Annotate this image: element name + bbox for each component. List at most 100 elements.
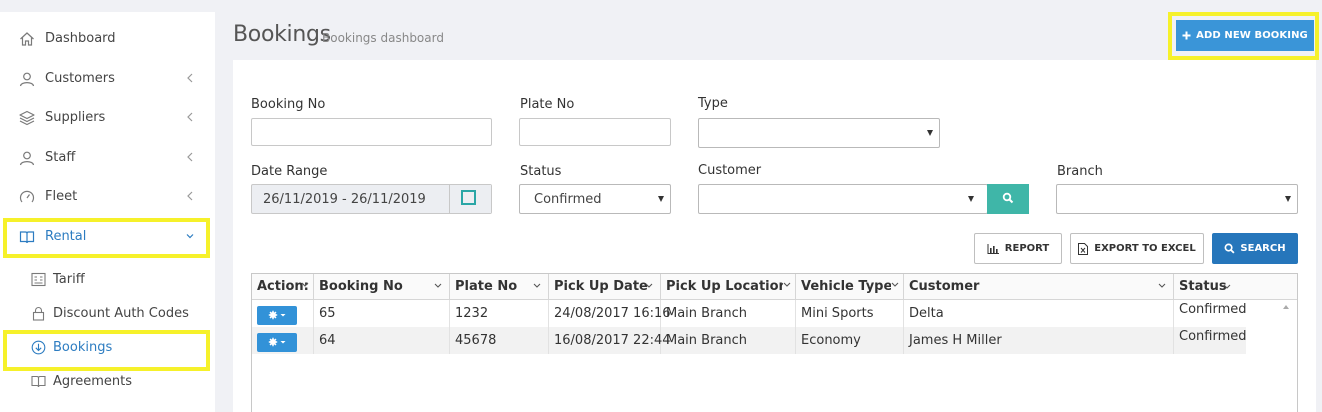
column-header-action[interactable]: Action: [252,274,314,300]
user-icon [19,72,35,87]
cell-text: 45678 [455,333,497,348]
sidebar-item-label: Staff [45,150,76,165]
book-icon [19,231,35,244]
column-header-status[interactable]: Status [1174,274,1297,300]
caret-down-icon [927,130,933,136]
export-to-excel-button[interactable]: EXPORT TO EXCEL [1070,233,1204,264]
chevron-down-icon [1158,283,1166,288]
search-icon [1002,192,1014,203]
action-cell [252,300,314,327]
date-range-label: Date Range [251,164,328,179]
vehicle-type-cell: Mini Sports [796,300,904,327]
type-select[interactable] [698,118,940,148]
row-action-button[interactable] [257,306,297,325]
gear-icon [268,310,286,320]
status-value: Confirmed [534,192,602,207]
chevron-down-icon [434,283,442,288]
booking-no-input[interactable] [251,118,492,146]
column-header-pick-up-date[interactable]: Pick Up Date [549,274,661,300]
caret-down-icon [658,196,664,202]
excel-file-icon [1078,242,1089,255]
row-action-button[interactable] [257,333,297,352]
date-range-input[interactable]: 26/11/2019 - 26/11/2019 [251,184,492,214]
column-header-label: Pick Up Date [554,279,648,294]
add-new-booking-button[interactable]: ADD NEW BOOKING [1176,20,1314,51]
status-label: Status [520,164,562,179]
customer-search-button[interactable] [987,184,1029,214]
report-label: REPORT [1004,243,1050,254]
sidebar-subitem-label: Discount Auth Codes [53,306,189,321]
column-header-customer[interactable]: Customer [904,274,1174,300]
sidebar-item-dashboard[interactable]: Dashboard [0,20,215,58]
layers-icon [19,110,35,126]
chevron-left-icon [187,73,193,83]
checkbox-icon [461,190,476,205]
filter-icon [891,282,899,290]
chevron-down-icon [533,283,541,288]
pickup-date-cell: 16/08/2017 22:44 [549,327,671,354]
add-new-booking-label: ADD NEW BOOKING [1196,30,1308,41]
bookings-table: Action: Booking No Plate No Pick Up Date… [251,273,1298,412]
customer-select[interactable] [698,184,988,214]
cell-text: Mini Sports [801,306,874,321]
chevron-down-icon [1223,284,1231,289]
calculator-icon [31,272,46,287]
plate-no-input[interactable] [519,118,671,146]
sidebar-subitem-agreements[interactable]: Agreements [0,367,215,397]
search-button[interactable]: SEARCH [1212,233,1298,264]
vehicle-type-cell: Economy [796,327,904,354]
sidebar-item-label: Suppliers [45,110,106,125]
page-subtitle: Bookings dashboard [322,31,444,45]
column-header-label: Customer [909,279,980,294]
cell-text: 1232 [455,306,489,321]
status-cell: Confirmed [1174,327,1247,354]
bar-chart-icon [987,243,999,254]
cell-text: Main Branch [666,306,748,321]
home-icon [20,32,34,46]
sidebar-subitem-label: Tariff [53,272,85,287]
column-header-label: Plate No [455,279,518,294]
export-to-excel-label: EXPORT TO EXCEL [1094,243,1196,254]
plate-no-label: Plate No [520,97,575,112]
customer-cell: Delta [904,300,1174,327]
sidebar-subitem-bookings[interactable]: Bookings [0,333,215,363]
sidebar-subitem-discount-auth-codes[interactable]: Discount Auth Codes [0,299,215,329]
sidebar-subitem-label: Agreements [53,374,132,389]
chevron-down-icon [645,283,653,288]
column-header-pick-up-location[interactable]: Pick Up Location [661,274,796,300]
cell-text: Economy [801,333,861,348]
pickup-date-cell: 24/08/2017 16:16 [549,300,671,327]
plate-no-cell: 1232 [450,300,549,327]
speedometer-icon [19,190,35,203]
customer-cell: James H Miller [904,327,1174,354]
report-button[interactable]: REPORT [974,233,1062,264]
sidebar-item-label: Customers [45,71,115,86]
sidebar-item-suppliers[interactable]: Suppliers [0,99,215,137]
column-header-booking-no[interactable]: Booking No [314,274,450,300]
status-select[interactable]: Confirmed [519,184,671,214]
date-range-toggle[interactable] [449,185,491,213]
chevron-down-icon [186,234,194,239]
sidebar-item-staff[interactable]: Staff [0,139,215,177]
status-cell: Confirmed [1174,300,1247,327]
caret-down-icon [968,196,974,202]
action-cell [252,327,314,354]
cell-text: 65 [319,306,336,321]
branch-select[interactable] [1056,184,1298,214]
column-header-vehicle-type[interactable]: Vehicle Type [796,274,904,300]
sidebar-subitem-label: Bookings [53,340,113,355]
column-header-plate-no[interactable]: Plate No [450,274,549,300]
sidebar-item-rental[interactable]: Rental [0,218,215,256]
lock-icon [32,307,45,321]
sidebar-item-customers[interactable]: Customers [0,60,215,98]
plate-no-cell: 45678 [450,327,549,354]
date-range-value: 26/11/2019 - 26/11/2019 [263,192,426,207]
cell-text: 64 [319,333,336,348]
sidebar-subitem-tariff[interactable]: Tariff [0,265,215,295]
cell-text: James H Miller [909,333,1002,348]
customer-label: Customer [698,163,762,178]
plus-icon [1182,31,1191,40]
sidebar-item-fleet[interactable]: Fleet [0,178,215,216]
search-icon [1224,243,1235,254]
scroll-up-arrow[interactable] [1283,305,1289,309]
